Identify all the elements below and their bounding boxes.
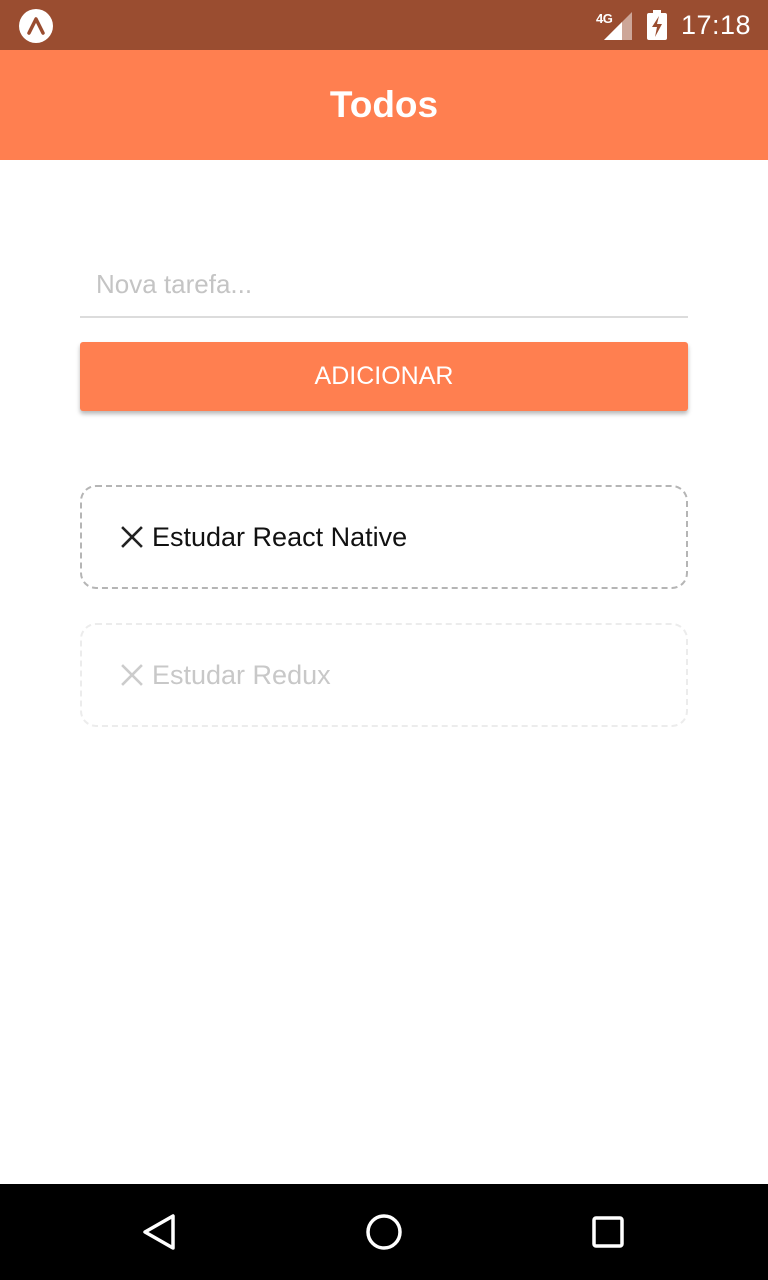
app-bar: Todos (0, 50, 768, 160)
todo-item[interactable]: Estudar React Native (80, 485, 688, 589)
close-icon[interactable] (121, 526, 143, 548)
home-icon[interactable] (364, 1212, 404, 1252)
recents-icon[interactable] (588, 1212, 628, 1252)
new-task-input[interactable] (80, 252, 688, 318)
back-icon[interactable] (140, 1212, 180, 1252)
app-logo-icon (19, 9, 53, 43)
todo-text: Estudar Redux (152, 660, 331, 690)
page-title: Todos (329, 84, 439, 125)
todo-item[interactable]: Estudar Redux (80, 623, 688, 727)
navigation-bar (0, 1184, 768, 1280)
screen: 4G 17:18 Todos ADICIONAR Estudar React N… (0, 0, 768, 1280)
todo-text: Estudar React Native (152, 522, 408, 552)
signal-icon (604, 12, 632, 40)
close-icon[interactable] (121, 664, 143, 686)
battery-charging-icon (647, 10, 667, 40)
add-button[interactable]: ADICIONAR (80, 342, 688, 411)
status-bar: 4G 17:18 (0, 0, 768, 50)
clock: 17:18 (681, 10, 752, 40)
